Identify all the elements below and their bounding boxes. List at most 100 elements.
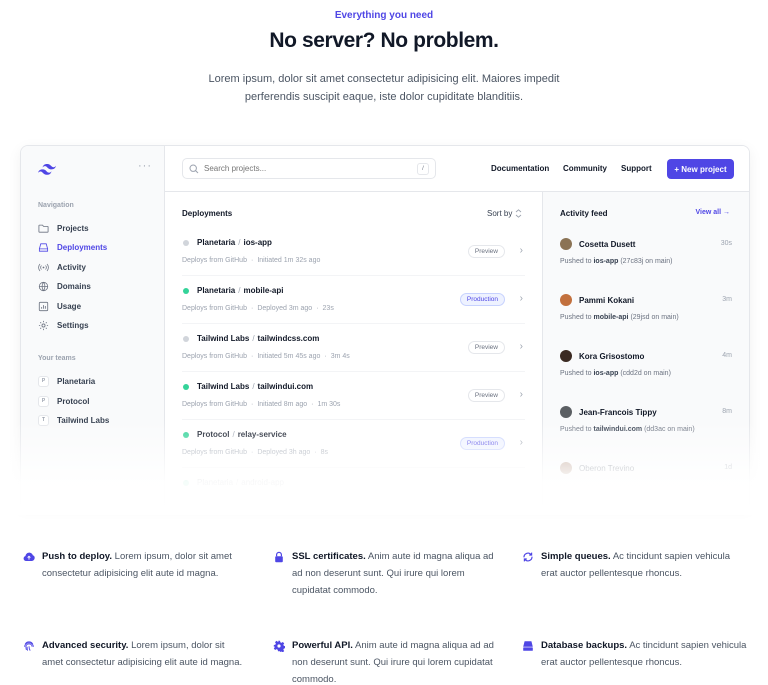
feature-simple-queues: Simple queues. Ac tincidunt sapien vehic… — [522, 548, 747, 582]
app-preview: ··· Navigation Projects Deployments Acti… — [20, 145, 750, 505]
sidebar-item-settings[interactable]: Settings — [38, 318, 89, 332]
feature-title: Advanced security. — [42, 640, 129, 651]
activity-feed-title: Activity feed — [560, 209, 608, 218]
view-all-link[interactable]: View all → — [696, 209, 731, 216]
team-initial: P — [38, 375, 49, 387]
sidebar-item-label: Usage — [57, 301, 82, 311]
search-box[interactable]: / — [182, 158, 436, 179]
deployment-name: Tailwind Labs / tailwindcss.com — [197, 334, 320, 343]
documentation-link[interactable]: Documentation — [491, 164, 549, 173]
deployment-name: Planetaria / ios-app — [197, 238, 272, 247]
sidebar-item-label: Domains — [57, 281, 91, 291]
sidebar-item-label: Tailwind Labs — [57, 415, 110, 425]
deployment-row[interactable]: Protocol / relay-service Deploys from GitH… — [182, 420, 525, 468]
sidebar-item-activity[interactable]: Activity — [38, 260, 86, 274]
deployment-meta: Deploys from GitHub · Initiated 1m 32s ago — [182, 257, 321, 264]
new-project-button[interactable]: + New project — [667, 159, 734, 179]
status-dot — [183, 336, 189, 342]
activity-time: 30s — [720, 240, 732, 247]
section-headline: No server? No problem. — [269, 29, 499, 52]
cloud-upload-icon — [23, 552, 35, 561]
activity-user: Jean-Francois Tippy — [579, 408, 657, 417]
ellipsis-icon[interactable]: ··· — [138, 160, 152, 172]
feature-push-to-deploy: Push to deploy. Lorem ipsum, dolor sit a… — [23, 548, 248, 582]
deployment-row[interactable]: Planetaria / ios-app Deploys from GitHub · I… — [182, 228, 525, 276]
sidebar-item-projects[interactable]: Projects — [38, 221, 89, 235]
feature-title: SSL certificates. — [292, 551, 366, 562]
activity-item[interactable]: Jean-Francois Tippy 8m Pushed to tailwin… — [560, 406, 732, 456]
activity-text: Pushed to tailwindui.com (dd3ac on main) — [560, 426, 695, 433]
activity-time: 8m — [722, 408, 732, 415]
deployment-meta: Deploys from GitHub · Deployed 3m ago · 23s — [182, 305, 334, 312]
topbar: / Documentation Community Support + New … — [165, 146, 749, 192]
activity-user: Kora Grisostomo — [579, 352, 645, 361]
sort-button[interactable]: Sort by — [487, 209, 522, 218]
avatar — [560, 294, 572, 306]
activity-text: Pushed to mobile-api (29jsd on main) — [560, 314, 679, 321]
activity-item[interactable]: Pammi Kokani 3m Pushed to mobile-api (29… — [560, 294, 732, 344]
sidebar-item-usage[interactable]: Usage — [38, 299, 81, 313]
sidebar-item-label: Activity — [57, 262, 86, 272]
activity-item[interactable]: Cosetta Dusett 30s Pushed to ios-app (27… — [560, 238, 732, 288]
chevron-right-icon: › — [519, 341, 523, 352]
server-icon — [38, 242, 49, 252]
section-eyebrow: Everything you need — [334, 10, 434, 21]
chevron-right-icon: › — [519, 389, 523, 400]
logo-icon — [38, 162, 56, 180]
deployment-row[interactable]: Tailwind Labs / tailwindcss.com Deploys fr… — [182, 324, 525, 372]
search-input[interactable] — [204, 164, 417, 173]
sidebar-item-label: Planetaria — [57, 376, 96, 386]
avatar — [560, 462, 572, 474]
sort-label: Sort by — [487, 209, 513, 218]
status-dot — [183, 240, 189, 246]
feature-title: Simple queues. — [541, 551, 611, 562]
deployment-row[interactable]: Tailwind Labs / tailwindui.com Deploys fro… — [182, 372, 525, 420]
avatar — [560, 350, 572, 362]
status-dot — [183, 288, 189, 294]
activity-time: 4m — [722, 352, 732, 359]
sidebar-team-protocol[interactable]: P Protocol — [38, 394, 89, 408]
chart-bar-icon — [38, 301, 49, 311]
gear-icon — [38, 320, 49, 330]
feature-database-backups: Database backups. Ac tincidunt sapien ve… — [522, 637, 747, 671]
section-lede: Lorem ipsum, dolor sit amet consectetur … — [208, 73, 560, 103]
activity-text: Pushed to ios-app (27c83j on main) — [560, 258, 673, 265]
sidebar-team-tailwind-labs[interactable]: T Tailwind Labs — [38, 413, 109, 427]
deployment-row[interactable]: Planetaria / mobile-api Deploys from GitHu… — [182, 276, 525, 324]
activity-item[interactable]: Kora Grisostomo 4m Pushed to ios-app (cd… — [560, 350, 732, 400]
status-dot — [183, 384, 189, 390]
sidebar-item-domains[interactable]: Domains — [38, 279, 91, 293]
feature-ssl-certificates: SSL certificates. Anim aute id magna ali… — [273, 548, 498, 599]
search-icon — [189, 163, 199, 173]
sidebar-item-label: Projects — [57, 223, 89, 233]
feature-advanced-security: Advanced security. Lorem ipsum, dolor si… — [23, 637, 248, 671]
activity-text: Pushed to ios-app (cdd2d on main) — [560, 370, 671, 377]
activity-time: 1d — [724, 464, 732, 471]
sidebar-item-label: Settings — [57, 320, 89, 330]
sidebar-item-deployments[interactable]: Deployments — [38, 240, 107, 254]
sidebar-team-planetaria[interactable]: P Planetaria — [38, 374, 95, 388]
support-link[interactable]: Support — [621, 164, 652, 173]
status-dot — [183, 432, 189, 438]
chevron-right-icon: › — [519, 293, 523, 304]
signal-icon — [38, 263, 49, 271]
activity-user: Cosetta Dusett — [579, 240, 636, 249]
activity-time: 3m — [722, 296, 732, 303]
search-shortcut-key: / — [417, 162, 429, 175]
sidebar-item-label: Deployments — [57, 242, 108, 252]
deployment-meta: Deploys from GitHub · Initiated 5m 45s ago… — [182, 353, 350, 360]
folder-icon — [38, 224, 49, 233]
teams-label: Your teams — [38, 355, 76, 362]
gear-icon — [273, 640, 285, 652]
deployment-name: Planetaria / android-app — [197, 478, 284, 487]
deployment-meta: Deploys from GitHub · Initiated 8m ago · 1m … — [182, 401, 341, 408]
deployment-name: Planetaria / mobile-api — [197, 286, 284, 295]
community-link[interactable]: Community — [563, 164, 607, 173]
activity-item[interactable]: Oberon Trevino 1d — [560, 462, 732, 505]
environment-badge: Preview — [467, 341, 505, 354]
environment-badge: Production — [459, 293, 505, 306]
chevron-up-down-icon — [516, 209, 522, 218]
team-initial: P — [38, 395, 49, 407]
deployment-row[interactable]: Planetaria / android-app — [182, 468, 525, 505]
activity-user: Pammi Kokani — [579, 296, 635, 305]
